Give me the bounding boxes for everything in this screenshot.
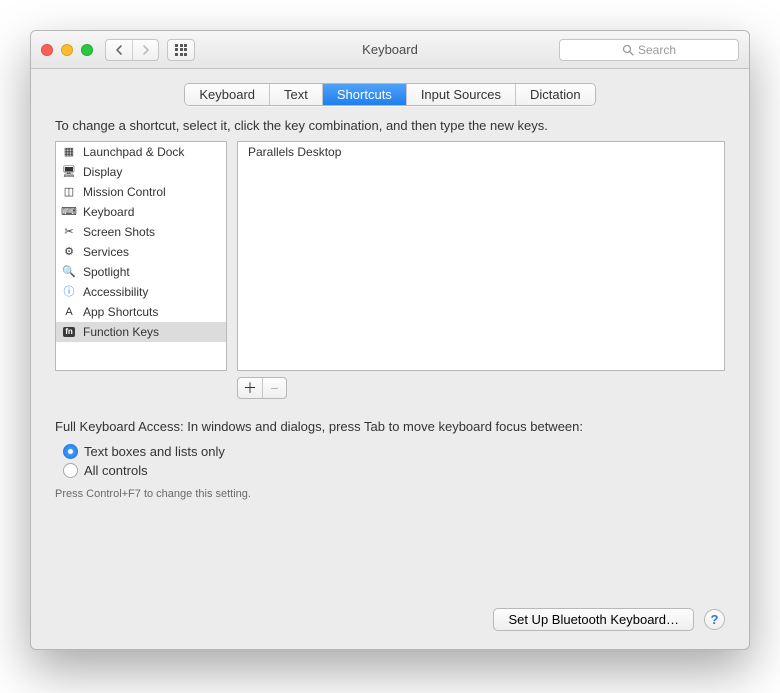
services-icon: ⚙ (61, 246, 77, 259)
full-keyboard-access-radio-group: Text boxes and lists only All controls (63, 442, 725, 480)
radio-text-boxes-lists[interactable]: Text boxes and lists only (63, 442, 725, 461)
remove-button[interactable]: − (262, 378, 286, 398)
titlebar: Keyboard Search (31, 31, 749, 69)
category-accessibility[interactable]: ⓘ Accessibility (56, 282, 226, 302)
nav-back-forward (105, 39, 159, 61)
app-item[interactable]: Parallels Desktop (238, 142, 724, 162)
forward-button[interactable] (132, 40, 158, 60)
category-label: Accessibility (83, 283, 148, 301)
category-keyboard[interactable]: ⌨ Keyboard (56, 202, 226, 222)
tab-text[interactable]: Text (269, 84, 322, 105)
screenshots-icon: ✂ (61, 226, 77, 239)
launchpad-icon: ▦ (61, 146, 77, 159)
tab-dictation[interactable]: Dictation (515, 84, 595, 105)
setup-bluetooth-keyboard-button[interactable]: Set Up Bluetooth Keyboard… (493, 608, 694, 631)
radio-indicator (63, 444, 78, 459)
category-display[interactable]: 🖥 Display (56, 162, 226, 182)
category-label: Function Keys (83, 323, 159, 341)
category-app-shortcuts[interactable]: A App Shortcuts (56, 302, 226, 322)
search-input[interactable]: Search (559, 39, 739, 61)
category-label: Mission Control (83, 183, 166, 201)
app-shortcuts-icon: A (61, 306, 77, 319)
accessibility-icon: ⓘ (61, 286, 77, 299)
apps-list[interactable]: Parallels Desktop (237, 141, 725, 371)
help-button[interactable]: ? (704, 609, 725, 630)
add-remove-control: ＋ − (237, 377, 287, 399)
zoom-button[interactable] (81, 44, 93, 56)
search-placeholder: Search (638, 43, 676, 57)
category-function-keys[interactable]: fn Function Keys (56, 322, 226, 342)
radio-all-controls[interactable]: All controls (63, 461, 725, 480)
full-keyboard-access-hint: Press Control+F7 to change this setting. (55, 488, 725, 500)
category-screen-shots[interactable]: ✂ Screen Shots (56, 222, 226, 242)
category-label: Keyboard (83, 203, 134, 221)
tab-segmented-control: Keyboard Text Shortcuts Input Sources Di… (184, 83, 595, 106)
search-icon (622, 44, 634, 56)
add-button[interactable]: ＋ (238, 378, 262, 398)
category-label: Screen Shots (83, 223, 155, 241)
minimize-button[interactable] (61, 44, 73, 56)
window-title: Keyboard (362, 42, 418, 57)
category-label: Launchpad & Dock (83, 143, 184, 161)
content: To change a shortcut, select it, click t… (31, 118, 749, 649)
tabs-row: Keyboard Text Shortcuts Input Sources Di… (31, 69, 749, 118)
panes: ▦ Launchpad & Dock 🖥 Display ◫ Mission Cont… (55, 141, 725, 371)
grid-icon (175, 44, 187, 56)
preferences-window: Keyboard Search Keyboard Text Shortcuts … (30, 30, 750, 650)
category-spotlight[interactable]: 🔍 Spotlight (56, 262, 226, 282)
categories-list[interactable]: ▦ Launchpad & Dock 🖥 Display ◫ Mission Cont… (55, 141, 227, 371)
category-label: Services (83, 243, 129, 261)
category-label: Spotlight (83, 263, 130, 281)
keyboard-icon: ⌨ (61, 206, 77, 219)
category-services[interactable]: ⚙ Services (56, 242, 226, 262)
category-label: App Shortcuts (83, 303, 158, 321)
show-all-button[interactable] (167, 39, 195, 61)
spotlight-icon: 🔍 (61, 266, 77, 279)
category-launchpad-dock[interactable]: ▦ Launchpad & Dock (56, 142, 226, 162)
app-item-label: Parallels Desktop (248, 145, 341, 159)
mission-control-icon: ◫ (61, 186, 77, 199)
display-icon: 🖥 (61, 166, 77, 179)
instruction-text: To change a shortcut, select it, click t… (55, 118, 725, 133)
traffic-lights (41, 44, 93, 56)
radio-indicator (63, 463, 78, 478)
tab-keyboard[interactable]: Keyboard (185, 84, 269, 105)
category-label: Display (83, 163, 122, 181)
tab-shortcuts[interactable]: Shortcuts (322, 84, 406, 105)
full-keyboard-access-text: Full Keyboard Access: In windows and dia… (55, 419, 725, 434)
fn-icon: fn (61, 326, 77, 339)
footer: Set Up Bluetooth Keyboard… ? (55, 584, 725, 631)
tab-input-sources[interactable]: Input Sources (406, 84, 515, 105)
back-button[interactable] (106, 40, 132, 60)
radio-label: Text boxes and lists only (84, 444, 225, 459)
category-mission-control[interactable]: ◫ Mission Control (56, 182, 226, 202)
close-button[interactable] (41, 44, 53, 56)
radio-label: All controls (84, 463, 148, 478)
